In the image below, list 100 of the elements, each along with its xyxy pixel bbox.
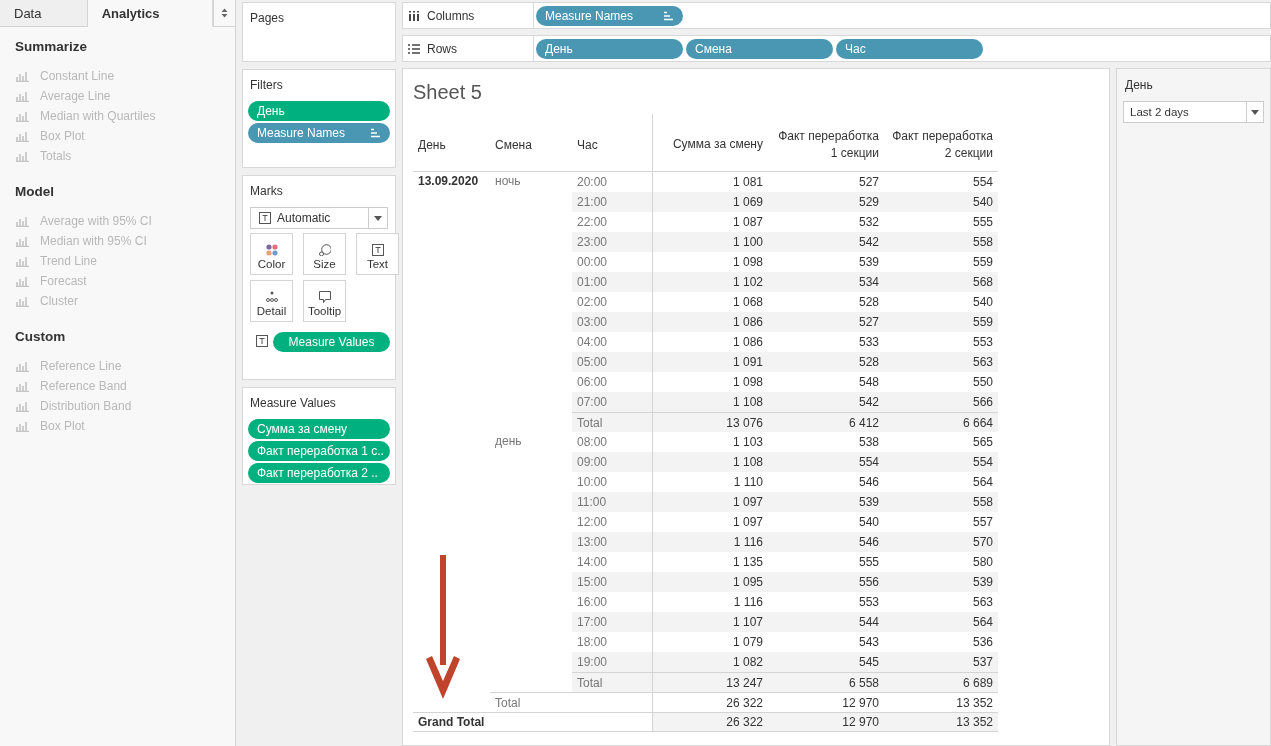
row-header: 11:00 (577, 495, 607, 509)
shelf-label: Rows (427, 41, 457, 56)
table-cell: 539 (972, 575, 993, 589)
row-header: 12:00 (577, 515, 608, 529)
chart-icon (15, 70, 30, 82)
sheet-title: Sheet 5 (413, 81, 483, 104)
field-pill[interactable]: Measure Names (536, 5, 683, 26)
table-cell: 13 352 (956, 715, 993, 729)
field-pill[interactable]: День (248, 101, 390, 121)
table-cell: 554 (972, 175, 993, 189)
row-header: 08:00 (577, 435, 608, 449)
dropdown-caret-icon[interactable] (374, 215, 382, 221)
chart-icon (15, 215, 30, 227)
mark-button[interactable]: Size (303, 233, 346, 275)
table-cell: 1 069 (732, 195, 763, 209)
section-title: Custom (15, 329, 67, 344)
speech-bubble-icon (318, 291, 331, 303)
row-header: 09:00 (577, 455, 608, 469)
row-header: Total (577, 675, 603, 690)
chart-icon (15, 360, 30, 372)
row-header: 18:00 (577, 635, 608, 649)
mark-type-dropdown[interactable]: Automatic (250, 207, 388, 229)
table-cell: 554 (972, 455, 993, 469)
circles-icon (318, 244, 331, 256)
table-cell: 6 558 (848, 675, 879, 690)
mark-button[interactable]: Detail (250, 280, 293, 322)
table-cell: 532 (858, 215, 879, 229)
row-header: 13.09.2020 (418, 174, 479, 188)
table-cell: 540 (972, 295, 993, 309)
table-cell: 1 068 (732, 295, 763, 309)
table-cell: 527 (858, 315, 879, 329)
card-title: Filters (249, 78, 284, 92)
row-header: 03:00 (577, 315, 608, 329)
table-cell: 542 (858, 235, 879, 249)
pane-tab[interactable]: Data (0, 0, 88, 27)
table-cell: 544 (858, 615, 879, 629)
mark-button[interactable]: Color (250, 233, 293, 275)
table-cell: 1 108 (732, 395, 763, 409)
dots-icon (265, 291, 278, 303)
table-cell: 553 (858, 595, 879, 609)
field-pill[interactable]: День (536, 38, 683, 59)
table-cell: 538 (858, 435, 879, 449)
card-title: Measure Values (249, 396, 337, 410)
rows-icon (408, 43, 420, 54)
table-cell: 558 (972, 235, 993, 249)
chart-icon (15, 235, 30, 247)
text-icon (259, 212, 271, 224)
table-cell: 1 116 (733, 535, 763, 549)
column-header: День (418, 137, 446, 152)
field-pill[interactable]: Смена (686, 38, 833, 59)
sort-icon[interactable] (663, 10, 674, 21)
row-header: 21:00 (577, 195, 608, 209)
table-cell: 580 (972, 555, 993, 569)
field-pill[interactable]: Факт переработка 2 .. (248, 463, 390, 483)
table-cell: 1 100 (732, 235, 763, 249)
mark-button[interactable]: Tooltip (303, 280, 346, 322)
shelf-label: Columns (427, 8, 475, 23)
table-cell: 546 (858, 475, 879, 489)
card-title: День (1124, 78, 1154, 92)
mark-button[interactable]: Text (356, 233, 399, 275)
field-pill[interactable]: Сумма за смену (248, 419, 390, 439)
table-cell: 13 076 (726, 415, 763, 430)
table-cell: 13 247 (726, 675, 763, 690)
table-cell: 1 107 (732, 615, 763, 629)
filter-dropdown[interactable]: Last 2 days (1123, 101, 1264, 123)
sort-icon[interactable] (370, 128, 381, 138)
table-cell: 12 970 (842, 695, 879, 710)
table-cell: 556 (858, 575, 879, 589)
table-cell: 558 (972, 495, 993, 509)
field-pill[interactable]: Факт переработка 1 с.. (248, 441, 390, 461)
field-pill[interactable]: Час (836, 38, 983, 59)
table-cell: 534 (858, 275, 879, 289)
row-header: 05:00 (577, 355, 608, 369)
chart-icon (15, 400, 30, 412)
table-cell: 529 (858, 195, 879, 209)
chart-icon (15, 130, 30, 142)
table-cell: 568 (972, 275, 993, 289)
row-header: 10:00 (577, 475, 608, 489)
chart-icon (15, 255, 30, 267)
table-cell: 570 (972, 535, 993, 549)
table-cell: 559 (972, 255, 993, 269)
field-pill[interactable]: Measure Names (248, 123, 390, 143)
table-cell: 555 (858, 555, 879, 569)
field-pill[interactable]: Measure Values (273, 332, 390, 352)
text-icon (371, 244, 384, 256)
row-header: 04:00 (577, 335, 608, 349)
table-cell: 6 689 (962, 675, 993, 690)
table-cell: 12 970 (842, 715, 879, 729)
table-cell: 540 (858, 515, 879, 529)
row-header: 19:00 (577, 655, 608, 669)
table-cell: 563 (972, 595, 993, 609)
color-dots-icon (265, 244, 278, 256)
chart-icon (15, 90, 30, 102)
column-header: Факт переработка 2 секции (892, 127, 993, 162)
row-header: 20:00 (577, 175, 608, 189)
section-title: Model (15, 184, 55, 199)
dropdown-caret-icon[interactable] (1251, 109, 1259, 115)
table-cell: 564 (972, 615, 993, 629)
column-header: Смена (495, 137, 532, 152)
up-down-arrows-icon[interactable] (221, 8, 229, 18)
